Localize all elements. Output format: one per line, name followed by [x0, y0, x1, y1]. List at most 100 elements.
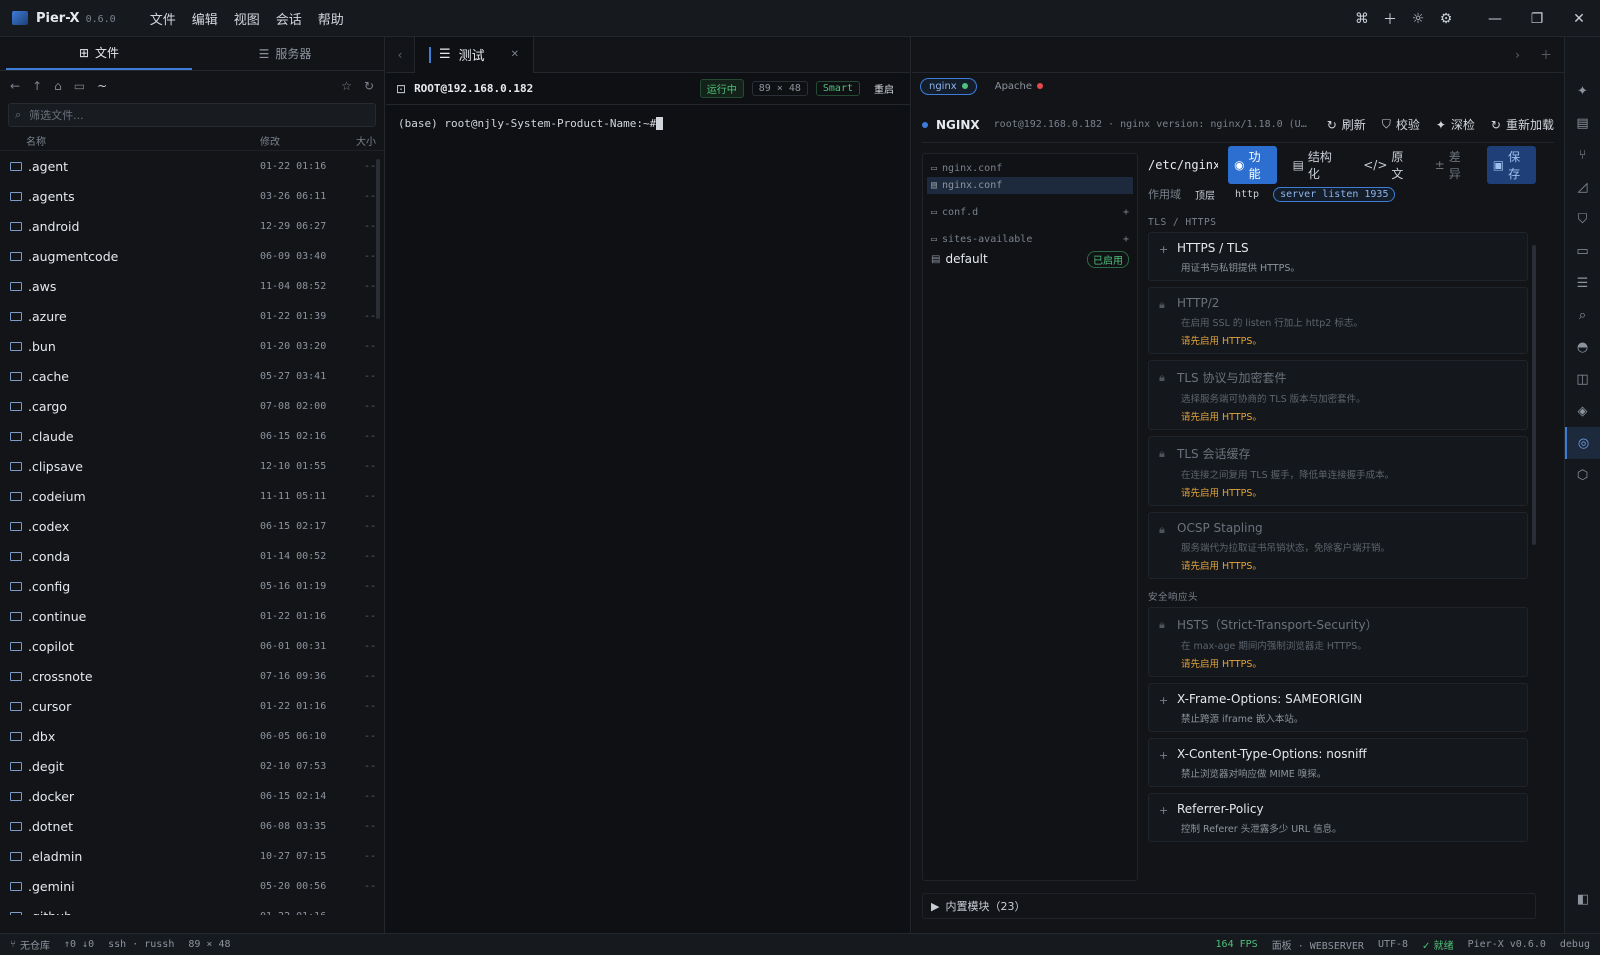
- file-row[interactable]: .clipsave 12-10 01:55 --: [0, 451, 384, 481]
- document-icon[interactable]: ▤: [1565, 107, 1600, 139]
- feature-card[interactable]: 🔒︎ HSTS（Strict-Transport-Security） 在 max-a…: [1148, 607, 1528, 677]
- restart-button[interactable]: 重启: [868, 80, 900, 97]
- file-row[interactable]: .config 05-16 01:19 --: [0, 571, 384, 601]
- close-button[interactable]: ✕: [1558, 11, 1600, 27]
- column-name[interactable]: 名称: [26, 133, 260, 148]
- cards-scrollbar[interactable]: [1532, 245, 1536, 545]
- tree-item-sites-available[interactable]: ▭ sites-available +: [923, 231, 1137, 248]
- scope-top-level[interactable]: 顶层: [1189, 186, 1221, 203]
- file-row[interactable]: .gemini 05-20 00:56 --: [0, 871, 384, 901]
- chevron-right-icon[interactable]: ›: [1515, 48, 1520, 62]
- mode-diff-button[interactable]: ± 差异: [1429, 146, 1477, 184]
- file-row[interactable]: .codeium 11-11 05:11 --: [0, 481, 384, 511]
- file-row[interactable]: .claude 06-15 02:16 --: [0, 421, 384, 451]
- file-row[interactable]: .augmentcode 06-09 03:40 --: [0, 241, 384, 271]
- tab-terminal[interactable]: ☰ 测试 ✕: [414, 36, 535, 73]
- mode-features-button[interactable]: ◉ 功能: [1228, 146, 1277, 184]
- feature-card[interactable]: + HTTPS / TLS 用证书与私钥提供 HTTPS。: [1148, 232, 1528, 281]
- search-icon[interactable]: ⌕: [1565, 299, 1600, 331]
- tab-files[interactable]: ⊞ 文件: [6, 37, 192, 70]
- logs-icon[interactable]: ☰: [1565, 267, 1600, 299]
- tab-nginx[interactable]: nginx: [920, 77, 977, 95]
- menu-session[interactable]: 会话: [268, 9, 310, 28]
- file-row[interactable]: .degit 02-10 07:53 --: [0, 751, 384, 781]
- file-row[interactable]: .cargo 07-08 02:00 --: [0, 391, 384, 421]
- command-icon[interactable]: ⌘: [1348, 11, 1376, 27]
- file-row[interactable]: .agents 03-26 06:11 --: [0, 181, 384, 211]
- tab-servers[interactable]: ☰ 服务器: [192, 37, 378, 70]
- tree-item-conf-d[interactable]: ▭ conf.d +: [923, 204, 1137, 221]
- file-row[interactable]: .codex 06-15 02:17 --: [0, 511, 384, 541]
- add-icon[interactable]: +: [1123, 234, 1129, 245]
- file-row[interactable]: .eladmin 10-27 07:15 --: [0, 841, 384, 871]
- tree-item-nginx-conf[interactable]: ▤ nginx.conf: [927, 177, 1133, 194]
- file-row[interactable]: .dbx 06-05 06:10 --: [0, 721, 384, 751]
- docker-icon[interactable]: ◓: [1565, 331, 1600, 363]
- menu-edit[interactable]: 编辑: [184, 9, 226, 28]
- reload-button[interactable]: ↻ 重新加载: [1491, 116, 1554, 133]
- monitor-icon[interactable]: ▭: [74, 79, 85, 93]
- up-icon[interactable]: ↑: [32, 79, 42, 93]
- file-row[interactable]: .cursor 01-22 01:16 --: [0, 691, 384, 721]
- tab-apache[interactable]: Apache: [987, 79, 1051, 94]
- file-row[interactable]: .docker 06-15 02:14 --: [0, 781, 384, 811]
- chart-icon[interactable]: ◿: [1565, 171, 1600, 203]
- feature-card[interactable]: + Referrer-Policy 控制 Referer 头泄露多少 URL 信息。: [1148, 793, 1528, 842]
- file-row[interactable]: .copilot 06-01 00:31 --: [0, 631, 384, 661]
- add-icon[interactable]: +: [1123, 207, 1129, 218]
- star-icon[interactable]: ☆: [341, 79, 352, 93]
- minimize-button[interactable]: —: [1474, 11, 1516, 27]
- feature-card[interactable]: 🔒︎ TLS 会话缓存 在连接之间复用 TLS 握手，降低单连接握手成本。 请先启用 …: [1148, 436, 1528, 506]
- globe-icon[interactable]: ◎: [1565, 427, 1600, 459]
- menu-view[interactable]: 视图: [226, 9, 268, 28]
- gear-icon[interactable]: ⚙: [1432, 11, 1460, 27]
- mode-structured-button[interactable]: ▤ 结构化: [1287, 146, 1348, 184]
- terminal-output[interactable]: (base) root@njly-System-Product-Name:~#_: [386, 105, 910, 142]
- repo-status[interactable]: 无仓库: [20, 937, 50, 952]
- refresh-button[interactable]: ↻ 刷新: [1327, 116, 1366, 133]
- close-tab-icon[interactable]: ✕: [511, 49, 519, 60]
- file-row[interactable]: .cache 05-27 03:41 --: [0, 361, 384, 391]
- refresh-icon[interactable]: ↻: [364, 79, 374, 93]
- tree-item-default[interactable]: ▤ default 已启用: [923, 248, 1137, 270]
- back-icon[interactable]: ←: [10, 79, 20, 93]
- tree-item-nginx-conf-folder[interactable]: ▭ nginx.conf: [923, 160, 1137, 177]
- file-row[interactable]: .crossnote 07-16 09:36 --: [0, 661, 384, 691]
- scope-server[interactable]: server listen 1935: [1273, 186, 1396, 202]
- file-row[interactable]: .azure 01-22 01:39 --: [0, 301, 384, 331]
- file-row[interactable]: .dotnet 06-08 03:35 --: [0, 811, 384, 841]
- builtin-modules-toggle[interactable]: ▶ 内置模块（23）: [922, 893, 1536, 919]
- menu-help[interactable]: 帮助: [310, 9, 352, 28]
- feature-card[interactable]: 🔒︎ HTTP/2 在启用 SSL 的 listen 行加上 http2 标志。 请先…: [1148, 287, 1528, 354]
- file-list-scrollbar[interactable]: [376, 159, 380, 319]
- database-icon[interactable]: ◫: [1565, 363, 1600, 395]
- file-row[interactable]: .aws 11-04 08:52 --: [0, 271, 384, 301]
- plus-icon[interactable]: +: [1159, 694, 1168, 707]
- plus-icon[interactable]: +: [1159, 243, 1168, 256]
- home-icon[interactable]: ⌂: [54, 79, 62, 93]
- file-row[interactable]: .agent 01-22 01:16 --: [0, 151, 384, 181]
- git-branch-icon[interactable]: ⑂: [1565, 139, 1600, 171]
- validate-button[interactable]: ⛉ 校验: [1382, 116, 1420, 133]
- file-row[interactable]: .conda 01-14 00:52 --: [0, 541, 384, 571]
- plus-icon[interactable]: +: [1159, 749, 1168, 762]
- feature-card[interactable]: + X-Content-Type-Options: nosniff 禁止浏览器对响应…: [1148, 738, 1528, 787]
- tabs-left-icon[interactable]: ‹: [386, 48, 414, 62]
- sparkle-icon[interactable]: ✦: [1565, 75, 1600, 107]
- package-icon[interactable]: ⬡: [1565, 459, 1600, 491]
- restore-button[interactable]: ❐: [1516, 11, 1558, 27]
- feature-card[interactable]: + X-Frame-Options: SAMEORIGIN 禁止跨源 iframe …: [1148, 683, 1528, 732]
- file-row[interactable]: .android 12-29 06:27 --: [0, 211, 384, 241]
- layers-icon[interactable]: ◈: [1565, 395, 1600, 427]
- sun-icon[interactable]: ☼: [1404, 11, 1432, 27]
- save-button[interactable]: ▣ 保存: [1486, 146, 1536, 184]
- mode-raw-button[interactable]: </> 原文: [1357, 146, 1418, 184]
- deep-check-button[interactable]: ✦ 深检: [1436, 116, 1475, 133]
- column-modified[interactable]: 修改: [260, 133, 350, 148]
- panel-toggle-icon[interactable]: ◧: [1565, 883, 1600, 915]
- new-tab-icon[interactable]: ＋: [1540, 46, 1552, 63]
- file-row[interactable]: .bun 01-20 03:20 --: [0, 331, 384, 361]
- encoding[interactable]: UTF-8: [1378, 939, 1408, 950]
- plus-icon[interactable]: +: [1159, 804, 1168, 817]
- file-filter-input[interactable]: [29, 108, 350, 122]
